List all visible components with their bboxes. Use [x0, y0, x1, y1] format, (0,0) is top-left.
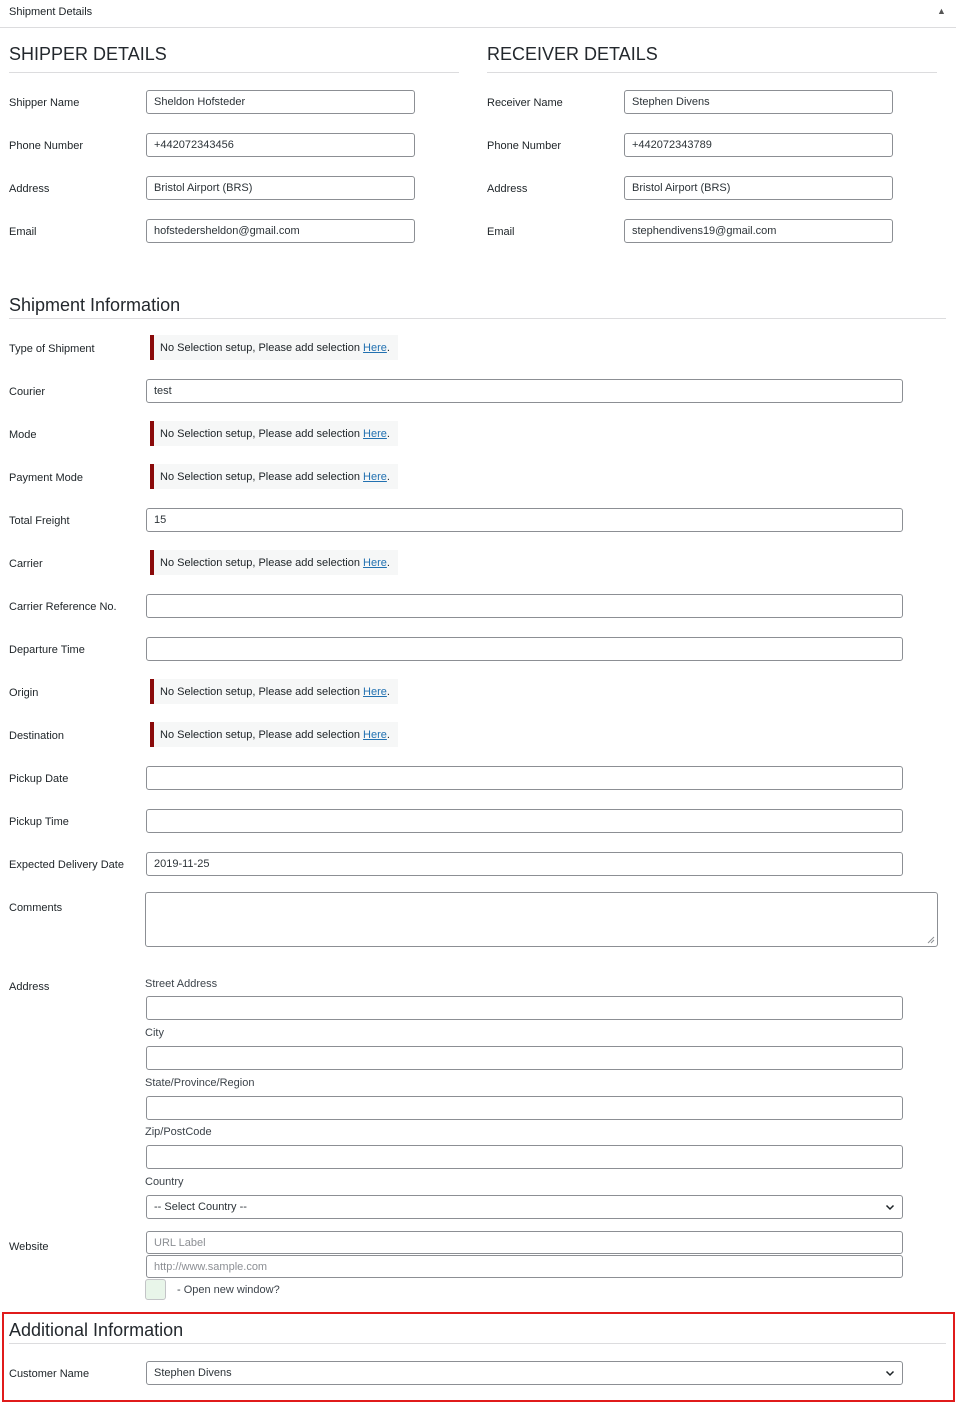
total-freight-label: Total Freight	[9, 515, 70, 527]
shipper-address-input[interactable]: Bristol Airport (BRS)	[146, 176, 415, 200]
url-input[interactable]: http://www.sample.com	[146, 1255, 903, 1278]
expected-delivery-input[interactable]: 2019-11-25	[146, 852, 903, 876]
shipper-address-label: Address	[9, 183, 50, 195]
notice-text: No Selection setup, Please add selection	[160, 728, 360, 741]
country-select[interactable]: -- Select Country --	[146, 1195, 903, 1219]
shipper-name-label: Shipper Name	[9, 97, 80, 109]
comments-textarea[interactable]	[145, 892, 938, 947]
country-label: Country	[145, 1176, 184, 1188]
panel-title: Shipment Details	[9, 6, 93, 18]
shipper-name-input[interactable]: Sheldon Hofsteder	[146, 90, 415, 114]
notice-here-link[interactable]: Here	[363, 729, 387, 741]
receiver-address-label: Address	[487, 183, 528, 195]
type-of-shipment-notice: No Selection setup, Please add selection…	[150, 335, 398, 360]
receiver-phone-label: Phone Number	[487, 140, 561, 152]
notice-text: No Selection setup, Please add selection	[160, 341, 360, 354]
address-group-label: Address	[9, 981, 50, 993]
departure-time-label: Departure Time	[9, 644, 85, 656]
customer-name-selected-value: Stephen Divens	[154, 1367, 232, 1379]
additional-info-heading: Additional Information	[9, 1320, 184, 1340]
shipper-rule	[9, 72, 459, 73]
receiver-rule	[487, 72, 937, 73]
notice-text: No Selection setup, Please add selection	[160, 685, 360, 698]
state-input[interactable]	[146, 1096, 903, 1120]
additional-info-rule	[9, 1343, 946, 1344]
zip-input[interactable]	[146, 1145, 903, 1169]
notice-text: No Selection setup, Please add selection	[160, 470, 360, 483]
notice-period: .	[386, 685, 390, 698]
collapse-arrow-icon[interactable]: ▲	[937, 6, 946, 16]
departure-time-input[interactable]	[146, 637, 903, 661]
type-of-shipment-label: Type of Shipment	[9, 343, 95, 355]
zip-label: Zip/PostCode	[145, 1126, 212, 1138]
notice-text: No Selection setup, Please add selection	[160, 556, 360, 569]
destination-label: Destination	[9, 730, 65, 742]
street-address-label: Street Address	[145, 978, 218, 990]
resize-grip-icon[interactable]	[927, 936, 935, 944]
url-label-input[interactable]: URL Label	[146, 1231, 903, 1254]
chevron-down-icon	[885, 1204, 895, 1211]
state-label: State/Province/Region	[145, 1077, 255, 1089]
courier-label: Courier	[9, 386, 46, 398]
mode-label: Mode	[9, 429, 37, 441]
notice-period: .	[386, 470, 390, 483]
shipment-info-rule	[9, 318, 946, 319]
pickup-date-label: Pickup Date	[9, 773, 69, 785]
receiver-address-input[interactable]: Bristol Airport (BRS)	[624, 176, 893, 200]
notice-period: .	[386, 556, 390, 569]
customer-name-label: Customer Name	[9, 1368, 90, 1380]
notice-text: No Selection setup, Please add selection	[160, 427, 360, 440]
chevron-down-icon	[885, 1370, 895, 1377]
shipment-info-heading: Shipment Information	[9, 295, 181, 315]
notice-here-link[interactable]: Here	[363, 471, 387, 483]
panel-divider	[0, 27, 956, 28]
shipper-phone-input[interactable]: +442072343456	[146, 133, 415, 157]
receiver-phone-input[interactable]: +442072343789	[624, 133, 893, 157]
destination-notice: No Selection setup, Please add selection…	[150, 722, 398, 747]
mode-notice: No Selection setup, Please add selection…	[150, 421, 398, 446]
open-new-window-label: - Open new window?	[177, 1284, 280, 1296]
comments-label: Comments	[9, 902, 63, 914]
notice-here-link[interactable]: Here	[363, 342, 387, 354]
expected-delivery-label: Expected Delivery Date	[9, 859, 124, 871]
courier-input[interactable]: test	[146, 379, 903, 403]
receiver-heading: RECEIVER DETAILS	[487, 44, 658, 64]
street-address-input[interactable]	[146, 996, 903, 1020]
origin-label: Origin	[9, 687, 39, 699]
notice-here-link[interactable]: Here	[363, 557, 387, 569]
pickup-time-input[interactable]	[146, 809, 903, 833]
pickup-time-label: Pickup Time	[9, 816, 69, 828]
shipper-heading: SHIPPER DETAILS	[9, 44, 167, 64]
pickup-date-input[interactable]	[146, 766, 903, 790]
total-freight-input[interactable]: 15	[146, 508, 903, 532]
receiver-name-label: Receiver Name	[487, 97, 563, 109]
shipper-email-input[interactable]: hofstedersheldon@gmail.com	[146, 219, 415, 243]
city-label: City	[145, 1027, 164, 1039]
receiver-email-label: Email	[487, 226, 515, 238]
shipper-phone-label: Phone Number	[9, 140, 83, 152]
website-label: Website	[9, 1241, 49, 1253]
payment-mode-label: Payment Mode	[9, 472, 83, 484]
notice-period: .	[386, 341, 390, 354]
receiver-name-input[interactable]: Stephen Divens	[624, 90, 893, 114]
carrier-label: Carrier	[9, 558, 43, 570]
shipper-email-label: Email	[9, 226, 37, 238]
receiver-email-input[interactable]: stephendivens19@gmail.com	[624, 219, 893, 243]
carrier-reference-input[interactable]	[146, 594, 903, 618]
origin-notice: No Selection setup, Please add selection…	[150, 679, 398, 704]
payment-mode-notice: No Selection setup, Please add selection…	[150, 464, 398, 489]
open-new-window-checkbox[interactable]	[145, 1279, 166, 1300]
notice-period: .	[386, 728, 390, 741]
notice-here-link[interactable]: Here	[363, 686, 387, 698]
carrier-reference-label: Carrier Reference No.	[9, 601, 117, 613]
customer-name-select[interactable]: Stephen Divens	[146, 1361, 903, 1385]
carrier-notice: No Selection setup, Please add selection…	[150, 550, 398, 575]
country-selected-value: -- Select Country --	[154, 1201, 247, 1213]
notice-here-link[interactable]: Here	[363, 428, 387, 440]
city-input[interactable]	[146, 1046, 903, 1070]
notice-period: .	[386, 427, 390, 440]
